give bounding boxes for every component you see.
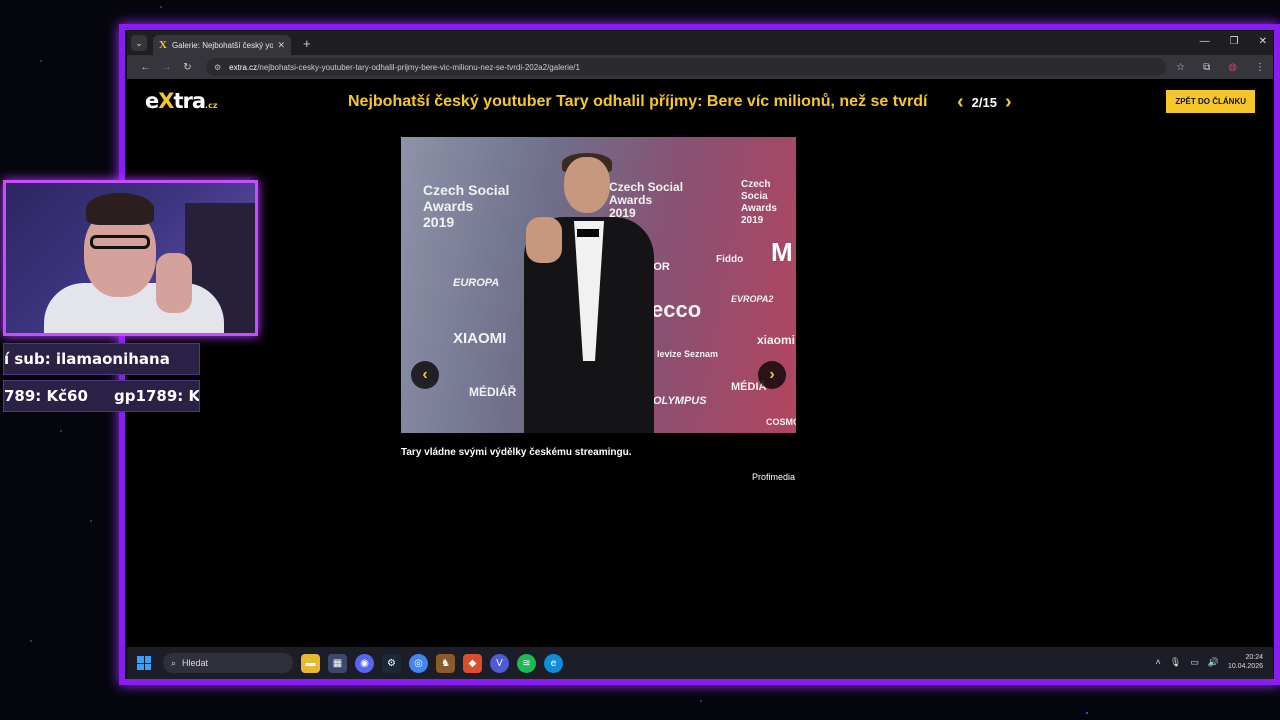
display-icon[interactable]: ▭ bbox=[1190, 657, 1199, 668]
forward-arrow-icon[interactable]: → bbox=[156, 62, 177, 73]
photo-credit: Profimedia bbox=[752, 472, 796, 482]
url-host: extra.cz bbox=[229, 62, 258, 72]
new-tab-button[interactable]: + bbox=[303, 36, 311, 51]
logo-prefix: e bbox=[145, 89, 159, 113]
gallery-photo: Czech Social Awards 2019 Czech Social Aw… bbox=[401, 137, 796, 433]
toolbar-icons: ☆ ⧉ ◍ ⋮ bbox=[1176, 62, 1265, 73]
steam-icon[interactable]: ⚙ bbox=[382, 653, 401, 673]
file-explorer-icon[interactable]: ▬ bbox=[301, 653, 320, 673]
site-info-icon[interactable]: ⚙ bbox=[214, 63, 221, 72]
taskbar-apps: ▬ ▦ ◉ ⚙ ◎ ♞ ◆ V ≋ e bbox=[301, 653, 563, 673]
chrome-icon[interactable]: ◎ bbox=[409, 653, 428, 673]
wall-olympus: OLYMPUS bbox=[653, 395, 707, 407]
spotify-icon[interactable]: ≋ bbox=[517, 653, 536, 673]
reload-icon[interactable]: ↻ bbox=[177, 62, 198, 73]
clock[interactable]: 20:24 10.04.2026 bbox=[1228, 653, 1263, 671]
wall-ecco: ecco bbox=[651, 297, 702, 322]
close-window-icon[interactable]: ✕ bbox=[1259, 36, 1267, 47]
photo-next-chevron-icon[interactable]: › bbox=[758, 361, 786, 389]
taskbar-search[interactable]: ⌕ Hledat bbox=[163, 653, 293, 673]
wall-logo-right: Czech Socia Awards 2019 bbox=[741, 179, 796, 227]
window-controls: — ❐ ✕ bbox=[1200, 36, 1267, 47]
logo-suffix: tra bbox=[173, 89, 206, 113]
clock-date: 10.04.2026 bbox=[1227, 663, 1263, 670]
browser-window: ⌄ X Galerie: Nejbohatší český youtu ✕ + … bbox=[127, 31, 1273, 679]
wall-fiddo: Fiddo bbox=[716, 254, 744, 265]
wall-europa: EUROPA bbox=[453, 277, 500, 289]
address-bar-row: ← → ↻ ⚙ extra.cz/nejbohatsi-cesky-youtub… bbox=[127, 55, 1273, 79]
chevron-up-icon[interactable]: ˄ bbox=[1156, 657, 1161, 667]
wall-cosmo: COSMOPOLI bbox=[766, 417, 796, 427]
extensions-icon[interactable]: ⧉ bbox=[1203, 62, 1210, 73]
tab-search-button[interactable]: ⌄ bbox=[131, 35, 147, 51]
app-icon[interactable]: ◆ bbox=[463, 653, 482, 673]
speaker-icon[interactable]: 🔊 bbox=[1208, 657, 1219, 668]
gallery-page: eXtra.cz Nejbohatší český youtuber Tary … bbox=[127, 79, 1273, 679]
windows-start-icon[interactable] bbox=[137, 656, 151, 670]
bookmark-star-icon[interactable]: ☆ bbox=[1176, 62, 1185, 73]
profile-icon[interactable]: ◍ bbox=[1228, 62, 1237, 73]
back-arrow-icon[interactable]: ← bbox=[135, 62, 156, 73]
photo-caption: Tary vládne svými výdělky českému stream… bbox=[401, 447, 632, 458]
photo-counter: 2/15 bbox=[971, 95, 997, 110]
extra-logo[interactable]: eXtra.cz bbox=[145, 89, 217, 113]
discord-icon[interactable]: ◉ bbox=[355, 653, 374, 673]
system-tray: ˄ 🎙 ▭ 🔊 20:24 10.04.2026 bbox=[1156, 653, 1263, 671]
wall-evropa2: EVROPA2 bbox=[731, 294, 774, 304]
extra-favicon-icon: X bbox=[159, 39, 167, 51]
tab-bar: ⌄ X Galerie: Nejbohatší český youtu ✕ + … bbox=[127, 31, 1273, 55]
webcam-overlay bbox=[3, 180, 258, 336]
browser-tab[interactable]: X Galerie: Nejbohatší český youtu ✕ bbox=[153, 35, 291, 55]
restore-icon[interactable]: ❐ bbox=[1230, 36, 1239, 47]
gallery-pager: ‹ 2/15 › bbox=[957, 91, 1012, 114]
logo-x: X bbox=[158, 89, 174, 113]
app-icon[interactable]: ♞ bbox=[436, 653, 455, 673]
search-placeholder: Hledat bbox=[182, 658, 209, 668]
menu-kebab-icon[interactable]: ⋮ bbox=[1255, 62, 1265, 73]
tab-close-icon[interactable]: ✕ bbox=[277, 40, 285, 51]
url-field[interactable]: ⚙ extra.cz/nejbohatsi-cesky-youtuber-tar… bbox=[206, 58, 1167, 76]
tab-title: Galerie: Nejbohatší český youtu bbox=[171, 40, 274, 50]
gallery-title: Nejbohatší český youtuber Tary odhalil p… bbox=[348, 93, 928, 110]
logo-tld: .cz bbox=[205, 101, 218, 110]
mcdonalds-logo-icon: M bbox=[771, 237, 793, 267]
wall-text-line: 2019 bbox=[741, 215, 764, 226]
wall-xiaomi-right: xiaomi bbox=[757, 333, 796, 347]
minimize-icon[interactable]: — bbox=[1200, 36, 1210, 47]
app-icon[interactable]: V bbox=[490, 653, 509, 673]
url-path: /nejbohatsi-cesky-youtuber-tary-odhalil-… bbox=[257, 62, 580, 72]
microphone-icon[interactable]: 🎙 bbox=[1170, 657, 1181, 668]
next-photo-chevron-icon[interactable]: › bbox=[1005, 91, 1012, 114]
edge-icon[interactable]: e bbox=[544, 653, 563, 673]
donations-label: 789: Kč60 gp1789: Kč99 bbox=[3, 380, 200, 412]
wall-text-line: Awards bbox=[741, 203, 777, 214]
windows-taskbar: ⌕ Hledat ▬ ▦ ◉ ⚙ ◎ ♞ ◆ V ≋ e ˄ 🎙 ▭ 🔊 20:… bbox=[127, 647, 1273, 679]
photo-person bbox=[496, 153, 656, 433]
app-icon[interactable]: ▦ bbox=[328, 653, 347, 673]
search-icon: ⌕ bbox=[171, 657, 177, 668]
latest-sub-label: í sub: ilamaonihana bbox=[3, 343, 200, 375]
wall-seznam: levize Seznam bbox=[657, 349, 719, 359]
previous-photo-chevron-icon[interactable]: ‹ bbox=[957, 91, 964, 114]
wall-text-line: Czech Socia bbox=[741, 179, 771, 202]
back-to-article-button[interactable]: ZPĚT DO ČLÁNKU bbox=[1166, 90, 1255, 113]
photo-prev-chevron-icon[interactable]: ‹ bbox=[411, 361, 439, 389]
clock-time: 20:24 bbox=[1245, 654, 1263, 661]
